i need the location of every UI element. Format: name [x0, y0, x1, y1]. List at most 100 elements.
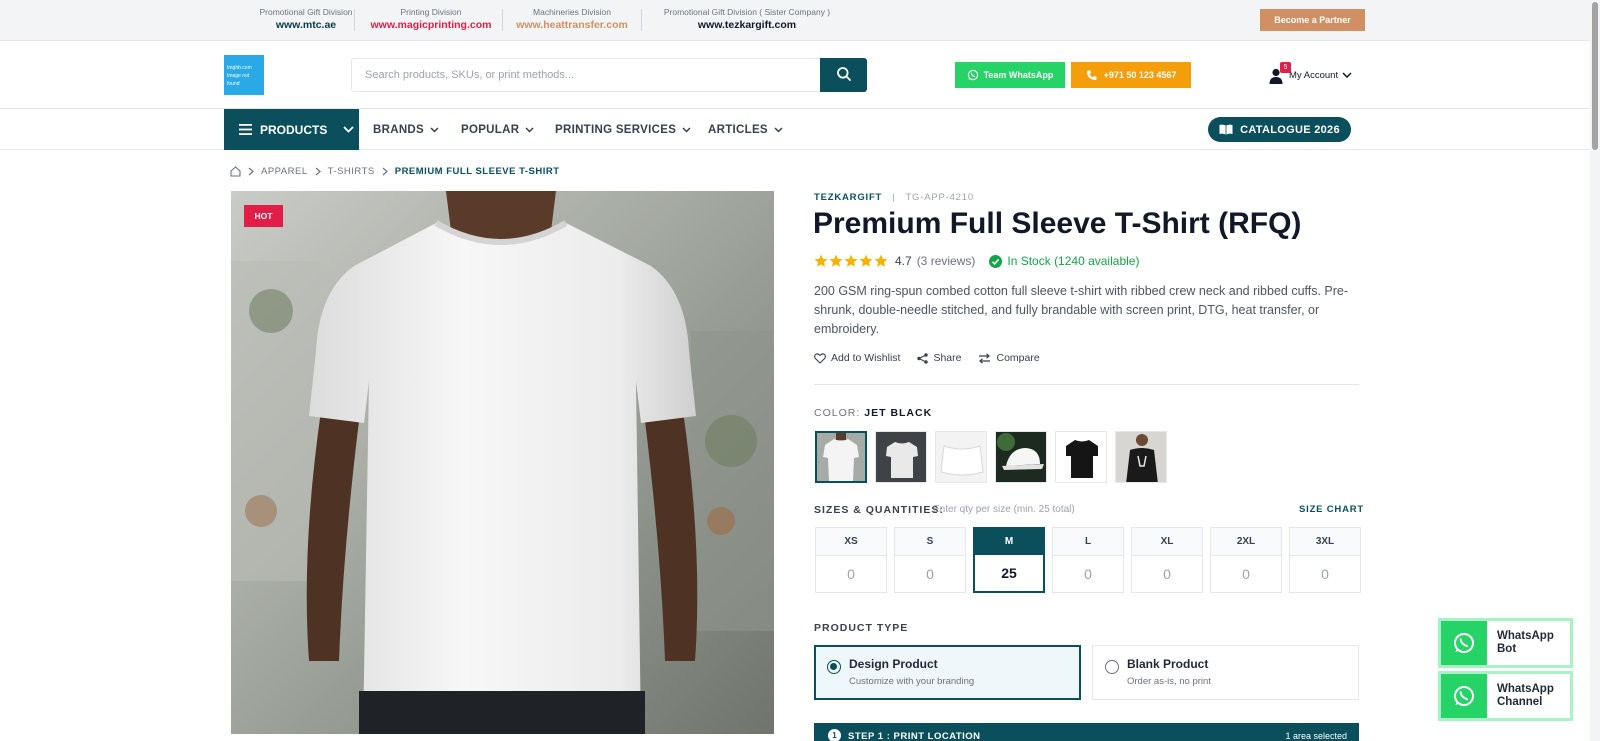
breadcrumb-apparel[interactable]: APPAREL	[261, 166, 308, 177]
radio-selected[interactable]	[827, 660, 841, 674]
size-cell-xs[interactable]: XS 0	[815, 527, 887, 593]
size-qty-input[interactable]: 25	[975, 555, 1043, 591]
whatsapp-icon	[1454, 633, 1474, 653]
become-partner-button[interactable]: Become a Partner	[1260, 9, 1365, 31]
rating-stars	[814, 254, 888, 268]
swatch-black-tee-model[interactable]	[1115, 431, 1167, 483]
cart-count-badge: 5	[1280, 62, 1291, 73]
print-location-step[interactable]: 1 STEP 1 : PRINT LOCATION 1 area selecte…	[814, 723, 1359, 741]
home-icon[interactable]	[230, 166, 241, 177]
divider	[502, 9, 503, 31]
logo[interactable]: Imghb.com Image not found	[224, 55, 264, 95]
user-icon-wrap: 5	[1269, 62, 1291, 84]
swatch-white-cap[interactable]	[995, 431, 1047, 483]
search-input[interactable]	[352, 59, 822, 91]
size-qty-input[interactable]: 0	[1132, 556, 1202, 592]
product-main-image[interactable]: HOT	[231, 191, 774, 734]
star-icon	[814, 254, 828, 267]
division-mtc[interactable]: Promotional Gift Division www.mtc.ae	[236, 7, 376, 31]
division-link[interactable]: www.tezkargift.com	[652, 19, 842, 31]
size-qty-input[interactable]: 0	[1290, 556, 1360, 592]
divider	[354, 9, 355, 31]
size-label: S	[895, 528, 965, 556]
search-button[interactable]	[820, 58, 867, 92]
page-scrollbar[interactable]	[1590, 0, 1600, 741]
swatch-white-tee-model[interactable]	[815, 431, 867, 483]
product-title: Premium Full Sleeve T-Shirt (RFQ)	[813, 207, 1302, 240]
size-qty-input[interactable]: 0	[816, 556, 886, 592]
share-icon	[917, 352, 929, 364]
division-label: Promotional Gift Division ( Sister Compa…	[663, 7, 831, 17]
division-heattransfer[interactable]: Machineries Division www.heattransfer.co…	[514, 7, 630, 31]
size-cell-s[interactable]: S 0	[894, 527, 966, 593]
swatch-image	[936, 432, 986, 482]
chevron-down-icon	[1342, 72, 1352, 78]
my-account[interactable]: 5 My Account	[1269, 62, 1352, 86]
nav-brands[interactable]: BRANDS	[373, 109, 439, 150]
nav-articles[interactable]: ARTICLES	[708, 109, 783, 150]
size-cell-l[interactable]: L 0	[1052, 527, 1124, 593]
my-account-label: My Account	[1289, 69, 1339, 81]
whatsapp-bot-button[interactable]: WhatsApp Bot	[1438, 618, 1573, 668]
nav-printing-services[interactable]: PRINTING SERVICES	[555, 109, 691, 150]
compare-button[interactable]: Compare	[978, 352, 1040, 364]
whatsapp-channel-label: WhatsApp Channel	[1497, 683, 1554, 708]
size-qty-input[interactable]: 0	[1053, 556, 1123, 592]
size-qty-input[interactable]: 0	[1211, 556, 1281, 592]
products-menu-button[interactable]: PRODUCTS	[224, 109, 359, 150]
chevron-down-icon	[774, 126, 783, 133]
wishlist-label: Add to Wishlist	[831, 352, 901, 364]
main-nav: PRODUCTS BRANDS POPULAR PRINTING SERVICE…	[0, 108, 1600, 150]
brand-name[interactable]: TEZKARGIFT	[814, 192, 882, 203]
step-count: 1 area selected	[1285, 731, 1347, 741]
catalogue-button[interactable]: CATALOGUE 2026	[1208, 117, 1351, 142]
team-whatsapp-button[interactable]: Team WhatsApp	[955, 62, 1065, 88]
whatsapp-icon-box	[1441, 621, 1487, 665]
add-to-wishlist-button[interactable]: Add to Wishlist	[814, 352, 900, 364]
division-link[interactable]: www.mtc.ae	[236, 19, 376, 31]
size-cell-3xl[interactable]: 3XL 0	[1289, 527, 1361, 593]
reviews-link[interactable]: (3 reviews)	[917, 254, 976, 268]
scrollbar-thumb[interactable]	[1592, 2, 1598, 150]
sizes-hint: Enter qty per size (min. 25 total)	[933, 504, 1075, 515]
size-label: 3XL	[1290, 528, 1360, 556]
brand-row: TEZKARGIFT | TG-APP-4210	[814, 192, 974, 203]
size-cell-2xl[interactable]: 2XL 0	[1210, 527, 1282, 593]
product-actions: Add to Wishlist Share Compare	[814, 352, 1040, 364]
hot-badge: HOT	[244, 205, 283, 227]
swatch-white-tee-hanger[interactable]	[875, 431, 927, 483]
search-icon	[836, 66, 851, 81]
chevron-right-icon	[248, 167, 254, 176]
division-link[interactable]: www.magicprinting.com	[366, 19, 496, 31]
chevron-right-icon	[382, 167, 388, 176]
division-tezkargift[interactable]: Promotional Gift Division ( Sister Compa…	[652, 7, 842, 31]
breadcrumb-t-shirts[interactable]: T-SHIRTS	[328, 166, 375, 177]
swatch-black-tee[interactable]	[1055, 431, 1107, 483]
color-label-text: COLOR:	[814, 407, 861, 419]
division-link[interactable]: www.heattransfer.com	[514, 19, 630, 31]
division-magicprinting[interactable]: Printing Division www.magicprinting.com	[366, 7, 496, 31]
size-quantity-grid: XS 0 S 0 M 25 L 0 XL 0 2XL 0 3XL 0	[815, 527, 1361, 593]
section-divider	[814, 384, 1359, 385]
product-description: 200 GSM ring-spun combed cotton full sle…	[814, 284, 1349, 336]
size-qty-input[interactable]: 0	[895, 556, 965, 592]
phone-button[interactable]: +971 50 123 4567	[1071, 62, 1191, 88]
whatsapp-icon-box	[1441, 674, 1487, 718]
nav-popular[interactable]: POPULAR	[461, 109, 534, 150]
whatsapp-bot-label: WhatsApp Bot	[1497, 630, 1554, 655]
swatch-white-folded[interactable]	[935, 431, 987, 483]
size-chart-link[interactable]: SIZE CHART	[1299, 504, 1364, 515]
step-title: STEP 1 : PRINT LOCATION	[848, 731, 981, 741]
size-cell-xl[interactable]: XL 0	[1131, 527, 1203, 593]
chevron-right-icon	[315, 167, 321, 176]
share-button[interactable]: Share	[917, 352, 961, 364]
blank-product-option[interactable]: Blank Product Order as-is, no print	[1092, 645, 1359, 700]
products-label: PRODUCTS	[260, 122, 328, 137]
design-product-option[interactable]: Design Product Customize with your brand…	[814, 645, 1081, 700]
radio-unselected[interactable]	[1105, 660, 1119, 674]
size-cell-m[interactable]: M 25	[973, 527, 1045, 593]
team-whatsapp-label: Team WhatsApp	[983, 70, 1054, 80]
whatsapp-channel-button[interactable]: WhatsApp Channel	[1438, 671, 1573, 721]
compare-label: Compare	[996, 352, 1040, 364]
whatsapp-icon	[967, 69, 978, 81]
